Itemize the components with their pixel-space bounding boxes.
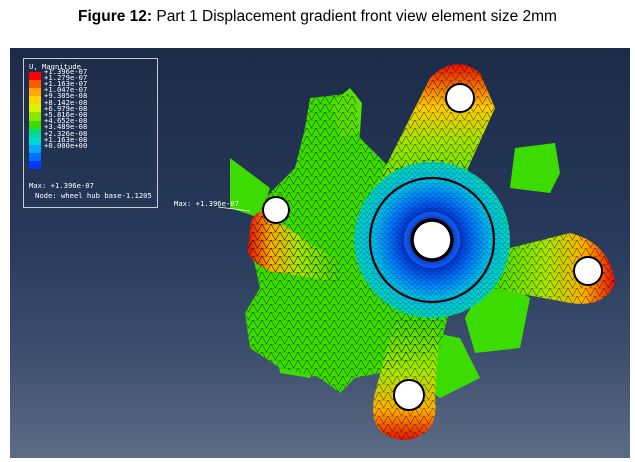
legend-value-label: +0.000e+00 [44, 141, 88, 151]
bolt-hole-top [445, 83, 475, 113]
contour-legend[interactable]: U, Magnitude +1.396e-07 +1.279e-07 +1.163e… [23, 58, 158, 208]
figure-caption-text: Part 1 Displacement gradient front view … [152, 8, 557, 25]
legend-swatch [29, 152, 41, 162]
legend-max-text: Max: +1.396e-07 [29, 181, 94, 190]
legend-node-text: Node: wheel hub base-1.1205 [35, 191, 152, 200]
bolt-hole-bottom [393, 379, 425, 411]
bolt-hole-right [573, 256, 603, 286]
figure-label: Figure 12: [78, 8, 153, 25]
legend-swatch [29, 112, 41, 121]
legend-swatch [29, 72, 41, 81]
legend-swatch [29, 88, 41, 97]
center-bore [410, 218, 454, 262]
figure-caption: Figure 12: Part 1 Displacement gradient … [0, 8, 635, 26]
legend-color-bar [29, 72, 41, 170]
center-hub [354, 162, 510, 318]
legend-swatch [29, 120, 41, 129]
legend-swatch [29, 96, 41, 105]
legend-swatch [29, 136, 41, 145]
fea-viewport[interactable]: U, Magnitude +1.396e-07 +1.279e-07 +1.163e… [10, 48, 630, 458]
legend-swatch [29, 144, 41, 153]
legend-swatch [29, 161, 41, 170]
legend-swatch [29, 80, 41, 89]
bolt-hole-left [262, 196, 290, 224]
max-marker-label: Max: +1.396e-07 [174, 199, 239, 208]
legend-swatch [29, 128, 41, 137]
legend-swatch [29, 104, 41, 113]
legend-value-labels: +1.396e-07 +1.279e-07 +1.163e-07 +1.047e-07… [44, 67, 88, 151]
